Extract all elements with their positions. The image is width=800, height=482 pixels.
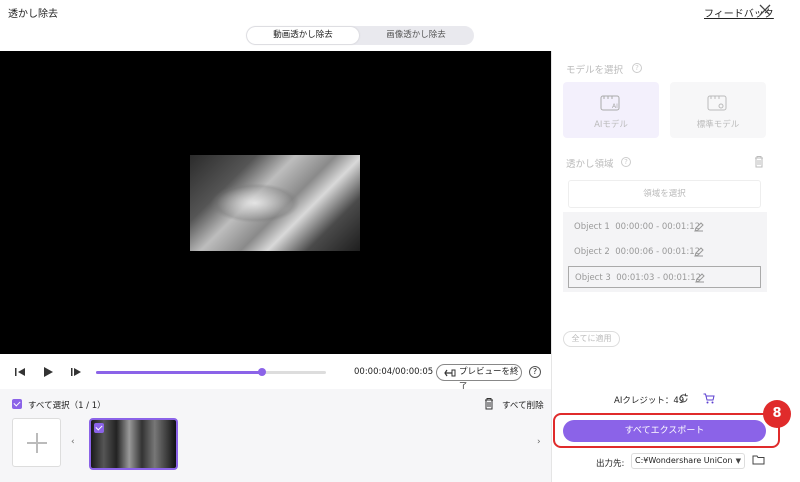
time-display: 00:00:04/00:00:05	[354, 367, 434, 377]
ai-model-icon: AI	[600, 95, 620, 111]
select-all-checkbox[interactable]	[12, 399, 22, 409]
apply-all-button[interactable]: 全てに適用	[563, 331, 620, 347]
select-area-label: 領域を選択	[643, 189, 686, 199]
exit-preview-icon	[444, 369, 456, 377]
object-range: 00:00:06 - 00:01:12	[615, 247, 701, 257]
area-heading: 透かし領域	[566, 159, 614, 170]
mode-tabs: 動画透かし除去 画像透かし除去	[246, 26, 474, 45]
standard-model-label: 標準モデル	[696, 120, 740, 130]
ai-model-option[interactable]: AI AIモデル	[563, 82, 659, 138]
edit-icon[interactable]	[694, 222, 704, 232]
window-title: 透かし除去	[8, 9, 58, 20]
ai-credit: AIクレジット：49	[614, 396, 685, 406]
model-help-icon[interactable]: ?	[632, 63, 642, 73]
object-range: 00:01:03 - 00:01:12	[616, 273, 702, 283]
help-icon[interactable]: ?	[529, 366, 541, 378]
folder-icon[interactable]	[752, 454, 765, 465]
progress-track[interactable]	[96, 368, 326, 376]
model-heading: モデルを選択	[566, 65, 624, 76]
object-row[interactable]: Object 1 00:00:00 - 00:01:12	[568, 216, 761, 238]
progress-fill	[96, 371, 262, 374]
ai-model-label: AIモデル	[594, 120, 628, 130]
add-clip-button[interactable]	[12, 418, 61, 467]
output-path-select[interactable]: C:¥Wondershare UniCon ▼	[631, 453, 745, 469]
progress-handle[interactable]	[257, 368, 266, 376]
object-label: Object 2	[574, 247, 610, 257]
edit-icon[interactable]	[695, 273, 705, 283]
object-label: Object 1	[574, 222, 610, 232]
title-bar: 透かし除去 フィードバック	[0, 0, 800, 24]
object-list: Object 1 00:00:00 - 00:01:12 Object 2 00…	[563, 212, 767, 292]
next-frame-icon[interactable]	[70, 366, 82, 378]
standard-model-icon	[707, 95, 727, 111]
panel-divider	[551, 51, 552, 482]
object-label: Object 3	[575, 273, 611, 283]
object-range: 00:00:00 - 00:01:12	[615, 222, 701, 232]
close-icon[interactable]	[758, 3, 772, 17]
refresh-icon[interactable]	[678, 393, 689, 404]
output-path-value: C:¥Wondershare UniCon	[635, 456, 733, 465]
prev-frame-icon[interactable]	[14, 366, 26, 378]
clip-thumbnail[interactable]	[89, 418, 178, 470]
exit-preview-button[interactable]: プレビューを終了	[436, 364, 522, 392]
clip-checkbox[interactable]	[94, 423, 104, 433]
area-help-icon[interactable]: ?	[621, 157, 631, 167]
area-trash-icon[interactable]	[753, 155, 765, 168]
export-all-button[interactable]: すべてエクスポート	[563, 420, 766, 442]
svg-text:AI: AI	[612, 103, 618, 110]
video-frame	[190, 155, 360, 251]
select-area-button[interactable]: 領域を選択	[568, 180, 761, 208]
tab-image-watermark[interactable]: 画像透かし除去	[360, 27, 472, 44]
scroll-right-icon[interactable]: ›	[537, 437, 541, 447]
chevron-down-icon: ▼	[735, 457, 741, 465]
step-badge: 8	[763, 400, 791, 428]
output-label: 出力先:	[596, 459, 625, 469]
select-all-label: すべて選択（1 / 1）	[28, 401, 106, 411]
standard-model-option[interactable]: 標準モデル	[670, 82, 766, 138]
scroll-left-icon[interactable]: ‹	[71, 437, 75, 447]
tab-video-watermark[interactable]: 動画透かし除去	[247, 27, 359, 44]
object-row[interactable]: Object 2 00:00:06 - 00:01:12	[568, 241, 761, 263]
cart-icon[interactable]	[703, 393, 715, 404]
trash-icon[interactable]	[483, 397, 495, 410]
object-row-selected[interactable]: Object 3 00:01:03 - 00:01:12	[568, 266, 761, 288]
play-icon[interactable]	[42, 366, 54, 378]
edit-icon[interactable]	[694, 247, 704, 257]
delete-all-button[interactable]: すべて削除	[502, 399, 544, 411]
